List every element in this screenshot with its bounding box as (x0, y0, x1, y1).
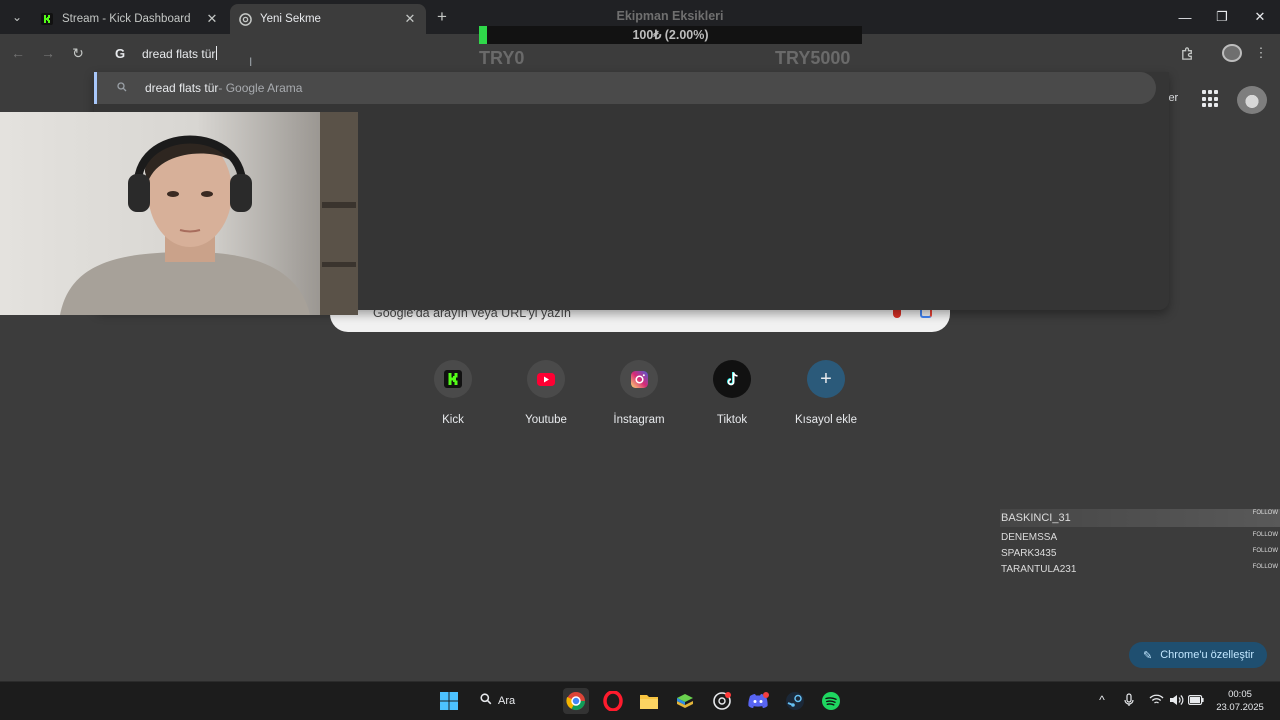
follower-row: TARANTULA231 FOLLOW (1000, 563, 1280, 577)
chevron-up-icon[interactable]: ^ (1092, 690, 1112, 710)
bluestacks-icon[interactable] (672, 688, 698, 714)
microphone-icon[interactable] (1119, 690, 1139, 710)
opera-icon[interactable] (600, 688, 626, 714)
close-window-button[interactable]: ✕ (1245, 6, 1275, 28)
search-icon (480, 693, 492, 708)
menu-kebab-icon[interactable]: ⋮ (1250, 42, 1272, 64)
goal-progress-text: 100₺ (2.00%) (632, 28, 709, 42)
tab-title: Yeni Sekme (260, 13, 321, 25)
follow-tag: FOLLOW (1252, 510, 1278, 516)
chrome-icon[interactable] (563, 688, 589, 714)
google-g-icon: G (114, 45, 126, 61)
shortcut-label: Tiktok (716, 414, 748, 426)
steam-icon[interactable] (782, 688, 808, 714)
volume-icon[interactable] (1166, 690, 1186, 710)
customize-label: Chrome'u özelleştir (1160, 649, 1255, 661)
back-button[interactable]: ← (8, 44, 28, 62)
follower-row: BASKINCI_31 FOLLOW (1000, 509, 1280, 527)
kick-icon (434, 360, 472, 398)
search-icon (115, 81, 129, 95)
reload-button[interactable]: ↻ (68, 44, 88, 62)
shortcut-add[interactable]: + Kısayol ekle (791, 360, 861, 426)
streamer-video (60, 112, 358, 315)
shortcut-youtube[interactable]: Youtube (511, 360, 581, 426)
shortcut-tiktok[interactable]: Tiktok (697, 360, 767, 426)
tab-search-button[interactable]: ⌄ (6, 6, 28, 28)
chrome-icon (238, 12, 252, 26)
clock-date: 23.07.2025 (1216, 702, 1264, 713)
discord-icon[interactable] (745, 688, 771, 714)
taskbar-search-label: Ara (498, 695, 516, 707)
google-apps-icon[interactable] (1202, 90, 1220, 108)
follower-row: SPARK3435 FOLLOW (1000, 547, 1280, 561)
webcam-feed (0, 112, 358, 315)
new-tab-button[interactable]: + (432, 7, 452, 27)
customize-chrome-button[interactable]: ✎ Chrome'u özelleştir (1129, 642, 1267, 668)
forward-button[interactable]: → (38, 44, 58, 62)
follow-tag: FOLLOW (1252, 548, 1278, 554)
omnibox-input[interactable]: dread flats tür (142, 46, 218, 61)
suggestion-suffix: - Google Arama (218, 81, 303, 95)
goal-max-label: TRY5000 (775, 48, 851, 68)
tab-new-tab[interactable]: Yeni Sekme ✕ (230, 4, 426, 34)
wifi-icon[interactable] (1146, 690, 1166, 710)
follow-tag: FOLLOW (1252, 564, 1278, 570)
follower-name: BASKINCI_31 (1001, 512, 1071, 524)
shortcut-label: İnstagram (613, 414, 665, 426)
follower-row: DENEMSSA FOLLOW (1000, 531, 1280, 545)
suggestion-text: dread flats tür (145, 81, 219, 95)
clock-time: 00:05 (1228, 689, 1252, 700)
goal-title: Ekipman Eksikleri (616, 9, 724, 23)
restore-button[interactable]: ❐ (1207, 6, 1237, 28)
youtube-icon (527, 360, 565, 398)
goal-min-label: TRY0 (479, 48, 525, 68)
goal-progress-bar: 100₺ (2.00%) (479, 26, 862, 44)
extensions-icon[interactable] (1176, 42, 1198, 64)
suggestion-row[interactable]: dread flats tür - Google Arama (94, 72, 1156, 104)
text-cursor-icon: I (249, 55, 253, 69)
shortcut-label: Kick (442, 414, 464, 426)
github-desktop-icon[interactable] (709, 688, 735, 714)
follower-name: DENEMSSA (1001, 532, 1058, 543)
kick-icon (40, 12, 54, 26)
shortcut-label: Youtube (525, 414, 567, 426)
spotify-icon[interactable] (818, 688, 844, 714)
google-account-avatar[interactable] (1237, 86, 1267, 114)
follower-name: SPARK3435 (1001, 548, 1057, 559)
file-explorer-icon[interactable] (636, 688, 662, 714)
close-tab-icon[interactable]: ✕ (204, 11, 220, 27)
profile-avatar[interactable] (1222, 44, 1242, 62)
tab-title: Stream - Kick Dashboard (62, 13, 191, 25)
plus-icon: + (807, 360, 845, 398)
instagram-icon (620, 360, 658, 398)
pencil-icon: ✎ (1143, 649, 1153, 662)
follower-name: TARANTULA231 (1001, 564, 1077, 575)
shortcut-instagram[interactable]: İnstagram (604, 360, 674, 426)
minimize-button[interactable]: — (1170, 6, 1200, 28)
system-clock[interactable]: 00:05 23.07.2025 (1212, 688, 1268, 714)
tiktok-icon (713, 360, 751, 398)
battery-icon[interactable] (1186, 690, 1206, 710)
shortcut-kick[interactable]: Kick (418, 360, 488, 426)
windows-start-icon[interactable] (436, 688, 462, 714)
taskbar-search[interactable]: Ara (470, 687, 556, 715)
follow-tag: FOLLOW (1252, 532, 1278, 538)
tab-kick-dashboard[interactable]: Stream - Kick Dashboard ✕ (32, 4, 228, 34)
close-tab-icon[interactable]: ✕ (402, 11, 418, 27)
shortcut-label: Kısayol ekle (794, 414, 857, 426)
